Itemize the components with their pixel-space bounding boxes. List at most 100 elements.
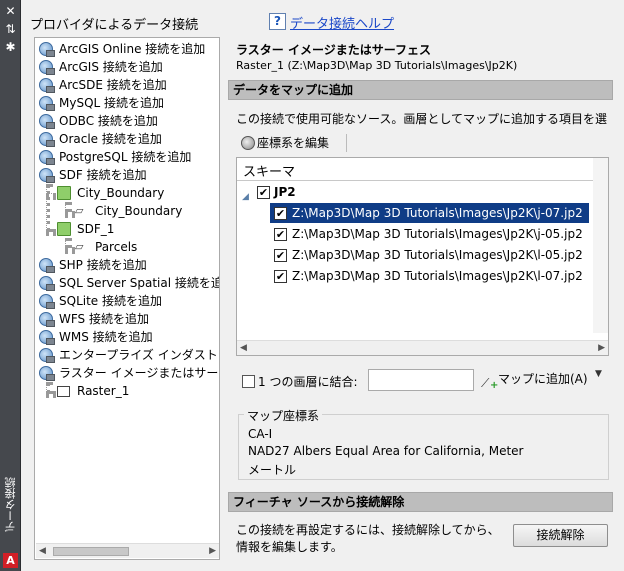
coordinate-system-code: CA-I	[248, 427, 273, 441]
schema-group-label: JP2	[274, 185, 296, 199]
tree-item-label: SHP 接続を追加	[59, 258, 147, 272]
scroll-right-icon[interactable]: ▶	[598, 343, 605, 353]
file-path: Z:\Map3D\Map 3D Tutorials\Images\Jp2K\j-…	[292, 206, 583, 220]
tree-item-label: ODBC 接続を追加	[59, 114, 158, 128]
tree-line	[46, 193, 56, 197]
add-connection-icon	[39, 78, 55, 93]
add-to-map-label: マップに追加(A)	[498, 372, 588, 386]
group-checkbox[interactable]: ✔	[257, 186, 270, 199]
disconnect-header: フィーチャ ソースから接続解除	[228, 492, 613, 512]
toolbar-separator	[346, 134, 347, 152]
schema-file-row[interactable]: ✔ Z:\Map3D\Map 3D Tutorials\Images\Jp2K\…	[237, 224, 608, 244]
file-checkbox[interactable]: ✔	[274, 207, 287, 220]
file-path: Z:\Map3D\Map 3D Tutorials\Images\Jp2K\j-…	[292, 227, 583, 241]
combine-layer-checkbox[interactable]	[242, 375, 255, 388]
source-path: Raster_1 (Z:\Map3D\Map 3D Tutorials\Imag…	[236, 59, 518, 72]
schema-group-row[interactable]: ◢ ✔ JP2	[237, 182, 608, 202]
tree-item-label: WFS 接続を追加	[59, 312, 149, 326]
add-connection-icon	[39, 294, 55, 309]
file-path: Z:\Map3D\Map 3D Tutorials\Images\Jp2K\l-…	[292, 269, 583, 283]
add-connection-icon	[39, 258, 55, 273]
schema-horizontal-scrollbar[interactable]: ◀ ▶	[237, 340, 608, 355]
plus-icon: +	[490, 380, 499, 391]
schema-file-row[interactable]: ✔ Z:\Map3D\Map 3D Tutorials\Images\Jp2K\…	[237, 245, 608, 265]
tree-line	[46, 184, 50, 232]
feature-class-icon: ▱	[75, 204, 84, 217]
tree-item-label: ArcGIS 接続を追加	[59, 60, 163, 74]
raster-icon	[57, 386, 70, 397]
tree-horizontal-scrollbar[interactable]: ◀ ▶	[36, 543, 219, 558]
schema-file-row[interactable]: ✔ Z:\Map3D\Map 3D Tutorials\Images\Jp2K\…	[237, 203, 608, 223]
help-icon[interactable]: ?	[269, 13, 286, 30]
tree-line	[46, 229, 56, 233]
tree-item-label: ArcGIS Online 接続を追加	[59, 42, 206, 56]
add-connection-icon	[39, 150, 55, 165]
tree-item-label: SDF 接続を追加	[59, 168, 147, 182]
provider-tree[interactable]: ArcGIS Online 接続を追加 ArcGIS 接続を追加 ArcSDE …	[34, 37, 220, 560]
autodesk-logo-icon: A	[3, 553, 18, 568]
palette-title: データ接続	[4, 477, 17, 533]
combine-layer-label: 1 つの画層に結合:	[258, 375, 358, 389]
tree-line	[46, 391, 56, 395]
schema-list[interactable]: スキーマ ◢ ✔ JP2 ✔ Z:\Map3D\Map 3D Tutorials…	[236, 157, 609, 356]
file-checkbox[interactable]: ✔	[274, 270, 287, 283]
file-checkbox[interactable]: ✔	[274, 228, 287, 241]
add-to-map-description: この接続で使用可能なソース。画層としてマップに追加する項目を選	[236, 112, 608, 126]
tree-item-label: ラスター イメージまたはサー	[59, 366, 219, 380]
add-connection-icon	[39, 60, 55, 75]
tree-item-label: SQL Server Spatial 接続を追加	[59, 276, 220, 290]
edit-coordinate-system-label: 座標系を編集	[257, 136, 330, 150]
schema-column-header[interactable]: スキーマ	[237, 158, 608, 181]
schema-file-row[interactable]: ✔ Z:\Map3D\Map 3D Tutorials\Images\Jp2K\…	[237, 266, 608, 286]
feature-class-icon: ▱	[75, 240, 84, 253]
globe-icon	[241, 136, 255, 150]
map-coordinate-system-legend: マップ座標系	[244, 407, 323, 424]
tree-item-label: ArcSDE 接続を追加	[59, 78, 167, 92]
tree-item-label: エンタープライズ インダスト	[59, 348, 218, 362]
scroll-right-icon[interactable]: ▶	[209, 546, 216, 556]
tree-item-label: SQLite 接続を追加	[59, 294, 162, 308]
providers-title: プロバイダによるデータ接続	[30, 18, 199, 33]
scroll-left-icon[interactable]: ◀	[39, 546, 46, 556]
properties-icon[interactable]: ✱	[3, 40, 18, 55]
add-connection-icon	[39, 132, 55, 147]
add-connection-icon	[39, 366, 55, 381]
disconnect-description: この接続を再設定するには、接続解除してから、情報を編集します。	[236, 523, 500, 554]
disconnect-button[interactable]: 接続解除	[513, 524, 608, 547]
folder-icon	[57, 186, 71, 200]
add-to-map-dropdown-arrow-icon[interactable]: ▼	[595, 369, 602, 379]
tree-item-label: PostgreSQL 接続を追加	[59, 150, 192, 164]
help-link[interactable]: データ接続ヘルプ	[290, 13, 394, 32]
add-to-map-button[interactable]: ⟋ + マップに追加(A)	[478, 368, 588, 391]
auto-hide-icon[interactable]: ⇅	[3, 22, 18, 37]
tree-item-label: WMS 接続を追加	[59, 330, 153, 344]
combine-layer-name-input[interactable]	[368, 369, 474, 391]
add-connection-icon	[39, 114, 55, 129]
add-connection-icon	[39, 330, 55, 345]
scroll-thumb[interactable]	[53, 547, 129, 556]
add-connection-icon	[39, 312, 55, 327]
tree-line	[65, 211, 75, 215]
coordinate-system-unit: メートル	[248, 463, 297, 477]
file-path: Z:\Map3D\Map 3D Tutorials\Images\Jp2K\l-…	[292, 248, 583, 262]
tree-item-label: Oracle 接続を追加	[59, 132, 162, 146]
add-connection-icon	[39, 42, 55, 57]
palette-titlebar: ✕ ⇅ ✱ データ接続 A	[0, 0, 21, 571]
add-connection-icon	[39, 348, 55, 363]
add-connection-icon	[39, 96, 55, 111]
file-checkbox[interactable]: ✔	[274, 249, 287, 262]
tree-item-label: MySQL 接続を追加	[59, 96, 165, 110]
edit-coordinate-system-button[interactable]: 座標系を編集	[237, 132, 333, 154]
data-connect-panel: プロバイダによるデータ接続 ? データ接続ヘルプ ArcGIS Online 接…	[22, 0, 624, 571]
coordinate-system-name: NAD27 Albers Equal Area for California, …	[248, 444, 524, 458]
scroll-left-icon[interactable]: ◀	[240, 343, 247, 353]
tree-item-label: Parcels	[95, 240, 138, 254]
tree-item-label: City_Boundary	[95, 204, 183, 218]
add-to-map-header: データをマップに追加	[228, 80, 613, 100]
folder-icon	[57, 222, 71, 236]
tree-item-label: Raster_1	[77, 384, 130, 398]
tree-line	[65, 247, 75, 251]
source-title: ラスター イメージまたはサーフェス	[236, 43, 431, 57]
add-connection-icon	[39, 276, 55, 291]
close-icon[interactable]: ✕	[3, 4, 18, 19]
